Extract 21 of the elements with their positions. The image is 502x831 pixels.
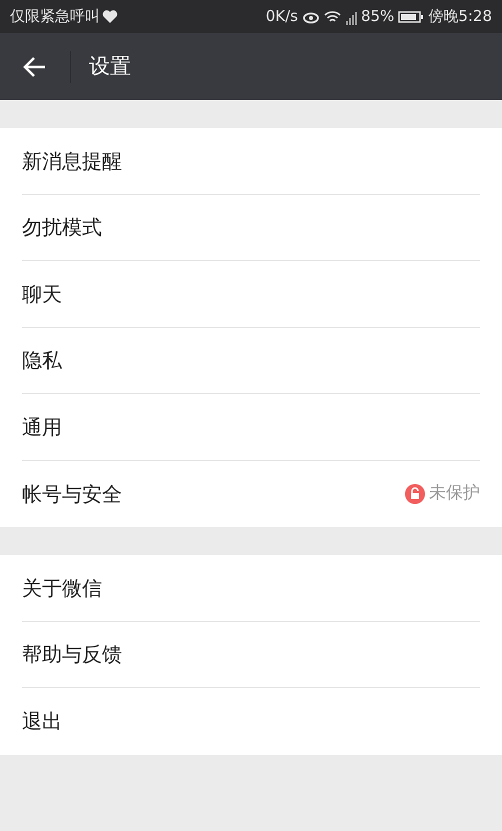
settings-item[interactable]: 勿扰模式 <box>22 194 480 261</box>
settings-item[interactable]: 帐号与安全 未保护 <box>22 460 480 527</box>
page-title: 设置 <box>89 52 131 80</box>
settings-item[interactable]: 聊天 <box>22 261 480 328</box>
status-text: 未保护 <box>429 482 480 505</box>
battery-icon <box>398 10 424 22</box>
clock: 傍晚5:28 <box>428 6 492 28</box>
back-arrow-icon <box>23 56 47 78</box>
settings-item[interactable]: 通用 <box>22 394 480 460</box>
battery-percent: 85% <box>360 6 394 28</box>
settings-item[interactable]: 退出 <box>22 688 480 754</box>
network-speed: 0K/s <box>266 6 298 28</box>
wifi-icon <box>324 10 341 24</box>
eye-icon <box>302 10 320 24</box>
lock-icon <box>405 484 425 504</box>
heart-icon <box>102 10 118 24</box>
settings-item[interactable]: 关于微信 <box>22 555 480 622</box>
settings-item[interactable]: 新消息提醒 <box>22 128 480 194</box>
carrier-text: 仅限紧急呼叫 <box>10 6 100 28</box>
settings-item[interactable]: 帮助与反馈 <box>22 622 480 688</box>
settings-item[interactable]: 隐私 <box>22 328 480 394</box>
